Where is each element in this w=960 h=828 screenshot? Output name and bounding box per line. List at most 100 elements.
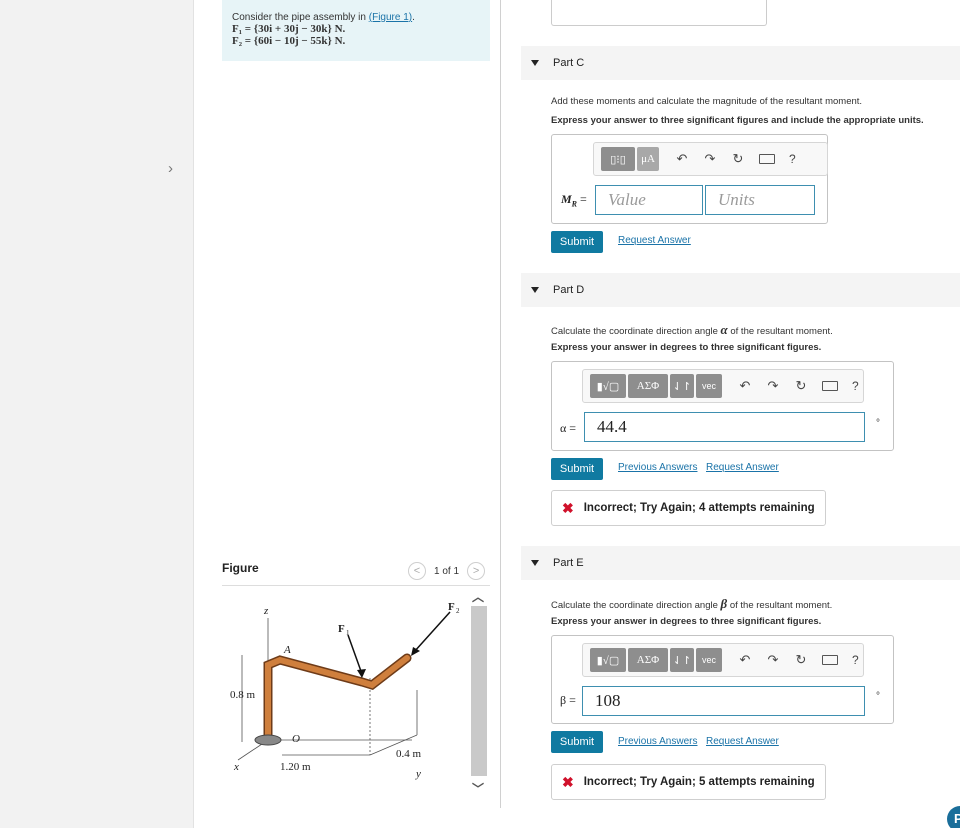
- keyboard-icon[interactable]: [822, 655, 838, 665]
- expand-chevron-icon[interactable]: ›: [168, 160, 173, 177]
- figure-heading: Figure: [222, 561, 259, 575]
- part-c-instruction: Express your answer to three significant…: [551, 115, 924, 126]
- fig-label-height: 0.8 m: [230, 689, 256, 701]
- keyboard-icon[interactable]: [822, 381, 838, 391]
- problem-statement: Consider the pipe assembly in (Figure 1)…: [222, 0, 490, 61]
- part-c-label: MR =: [561, 192, 587, 209]
- part-d-feedback: ✖ Incorrect; Try Again; 4 attempts remai…: [551, 490, 826, 526]
- next-figure-button[interactable]: >: [467, 562, 486, 580]
- fig-label-z: z: [263, 605, 269, 617]
- fig-label-y: y: [415, 768, 421, 780]
- part-d-toolbar: ▮√▢ ΑΣΦ ⇃↾ vec ↶ ↷ ↻ ?: [582, 369, 864, 403]
- units-symbol-button[interactable]: μA: [637, 147, 659, 171]
- redo-icon[interactable]: ↷: [766, 652, 780, 668]
- collapse-caret-icon: [531, 560, 539, 566]
- collapse-caret-icon: [531, 60, 539, 66]
- figure-link[interactable]: (Figure 1): [369, 12, 412, 23]
- redo-icon[interactable]: ↷: [703, 151, 717, 167]
- help-icon[interactable]: ?: [789, 152, 796, 166]
- part-e-header[interactable]: Part E: [521, 546, 960, 580]
- templates-button[interactable]: ▮√▢: [590, 648, 626, 672]
- force-f1-arrow: [347, 634, 363, 675]
- force-f2-arrow: [413, 611, 451, 653]
- undo-icon[interactable]: ↶: [738, 378, 752, 394]
- column-divider: [500, 0, 501, 808]
- pipe-assembly-figure: z A F 1 F 2 0.8 m O x 1.20 m 0.4 m y: [222, 590, 468, 790]
- part-d-answer-box: ▮√▢ ΑΣΦ ⇃↾ vec ↶ ↷ ↻ ? α = 44.4: [551, 361, 894, 451]
- scroll-thumb[interactable]: [471, 606, 487, 776]
- part-e-previous-answers[interactable]: Previous Answers: [618, 736, 697, 747]
- greek-letters-button[interactable]: ΑΣΦ: [628, 648, 668, 672]
- pipe-base: [254, 734, 282, 746]
- part-e-degree-unit: °: [876, 691, 880, 702]
- part-d-instruction: Express your answer in degrees to three …: [551, 342, 822, 353]
- left-rail: ›: [0, 0, 194, 828]
- part-c-value-input[interactable]: Value: [595, 185, 703, 215]
- fig-label-f2-sub: 2: [456, 607, 460, 615]
- part-e-feedback: ✖ Incorrect; Try Again; 5 attempts remai…: [551, 764, 826, 800]
- part-c-request-answer[interactable]: Request Answer: [618, 235, 691, 246]
- figure-separator: [222, 585, 490, 586]
- pipe-assembly-drawing: z A F 1 F 2 0.8 m O x 1.20 m 0.4 m y: [230, 601, 460, 780]
- help-icon[interactable]: ?: [852, 653, 859, 667]
- part-c-units-input[interactable]: Units: [705, 185, 815, 215]
- help-icon[interactable]: ?: [852, 379, 859, 393]
- collapse-caret-icon: [531, 287, 539, 293]
- part-d-title: Part D: [553, 284, 585, 296]
- part-e-title: Part E: [553, 557, 584, 569]
- part-e-value-input[interactable]: 108: [582, 686, 865, 716]
- fig-label-f1: F: [338, 623, 345, 635]
- fig-label-length: 1.20 m: [280, 761, 311, 773]
- part-c-submit-button[interactable]: Submit: [551, 231, 603, 253]
- undo-icon[interactable]: ↶: [738, 652, 752, 668]
- part-d-header[interactable]: Part D: [521, 273, 960, 307]
- part-e-request-answer[interactable]: Request Answer: [706, 736, 779, 747]
- beta-symbol: β: [720, 596, 728, 611]
- arrows-button[interactable]: ⇃↾: [670, 648, 694, 672]
- part-d-value-input[interactable]: 44.4: [584, 412, 865, 442]
- redo-icon[interactable]: ↷: [766, 378, 780, 394]
- part-d-submit-button[interactable]: Submit: [551, 458, 603, 480]
- greek-letters-button[interactable]: ΑΣΦ: [628, 374, 668, 398]
- part-d-degree-unit: °: [876, 418, 880, 429]
- templates-button[interactable]: ▯⁝▯: [601, 147, 635, 171]
- vector-button[interactable]: vec: [696, 374, 722, 398]
- force-f2: F₂ = {60i − 10j − 55k} N.: [232, 35, 346, 47]
- fig-label-a: A: [283, 644, 291, 656]
- reset-icon[interactable]: ↻: [794, 652, 808, 668]
- part-c-header[interactable]: Part C: [521, 46, 960, 80]
- figure-nav: < 1 of 1 >: [408, 562, 486, 580]
- part-d-label: α =: [560, 421, 577, 435]
- reset-icon[interactable]: ↻: [794, 378, 808, 394]
- chevron-left-icon: <: [413, 565, 421, 577]
- figure-scrollbar[interactable]: ︿ ﹀: [469, 588, 489, 802]
- part-c-prompt: Add these moments and calculate the magn…: [551, 96, 863, 107]
- error-x-icon: ✖: [562, 499, 574, 516]
- vector-button[interactable]: vec: [696, 648, 722, 672]
- part-d-previous-answers[interactable]: Previous Answers: [618, 462, 697, 473]
- keyboard-icon[interactable]: [759, 154, 775, 164]
- prev-figure-button[interactable]: <: [408, 562, 426, 580]
- fig-label-o: O: [292, 733, 300, 745]
- part-d-request-answer[interactable]: Request Answer: [706, 462, 779, 473]
- fig-label-x: x: [233, 761, 239, 773]
- arrows-button[interactable]: ⇃↾: [670, 374, 694, 398]
- part-e-toolbar: ▮√▢ ΑΣΦ ⇃↾ vec ↶ ↷ ↻ ?: [582, 643, 864, 677]
- part-c-toolbar: ▯⁝▯ μA ↶ ↷ ↻ ?: [593, 142, 828, 176]
- part-c-title: Part C: [553, 57, 585, 69]
- scroll-up-icon[interactable]: ︿: [472, 588, 484, 605]
- templates-button[interactable]: ▮√▢: [590, 374, 626, 398]
- help-badge[interactable]: P: [947, 806, 960, 828]
- problem-intro: Consider the pipe assembly in (Figure 1)…: [232, 12, 415, 23]
- part-c-answer-box: ▯⁝▯ μA ↶ ↷ ↻ ? MR = Value Units: [551, 134, 828, 224]
- undo-icon[interactable]: ↶: [675, 151, 689, 167]
- previous-part-answer-box: [551, 0, 767, 26]
- pipe-outline: [263, 653, 412, 740]
- scroll-down-icon[interactable]: ﹀: [472, 780, 484, 797]
- reset-icon[interactable]: ↻: [731, 151, 745, 167]
- part-e-label: β =: [560, 693, 576, 707]
- error-x-icon: ✖: [562, 773, 574, 790]
- fig-label-width: 0.4 m: [396, 748, 422, 760]
- part-e-submit-button[interactable]: Submit: [551, 731, 603, 753]
- alpha-symbol: α: [720, 322, 728, 337]
